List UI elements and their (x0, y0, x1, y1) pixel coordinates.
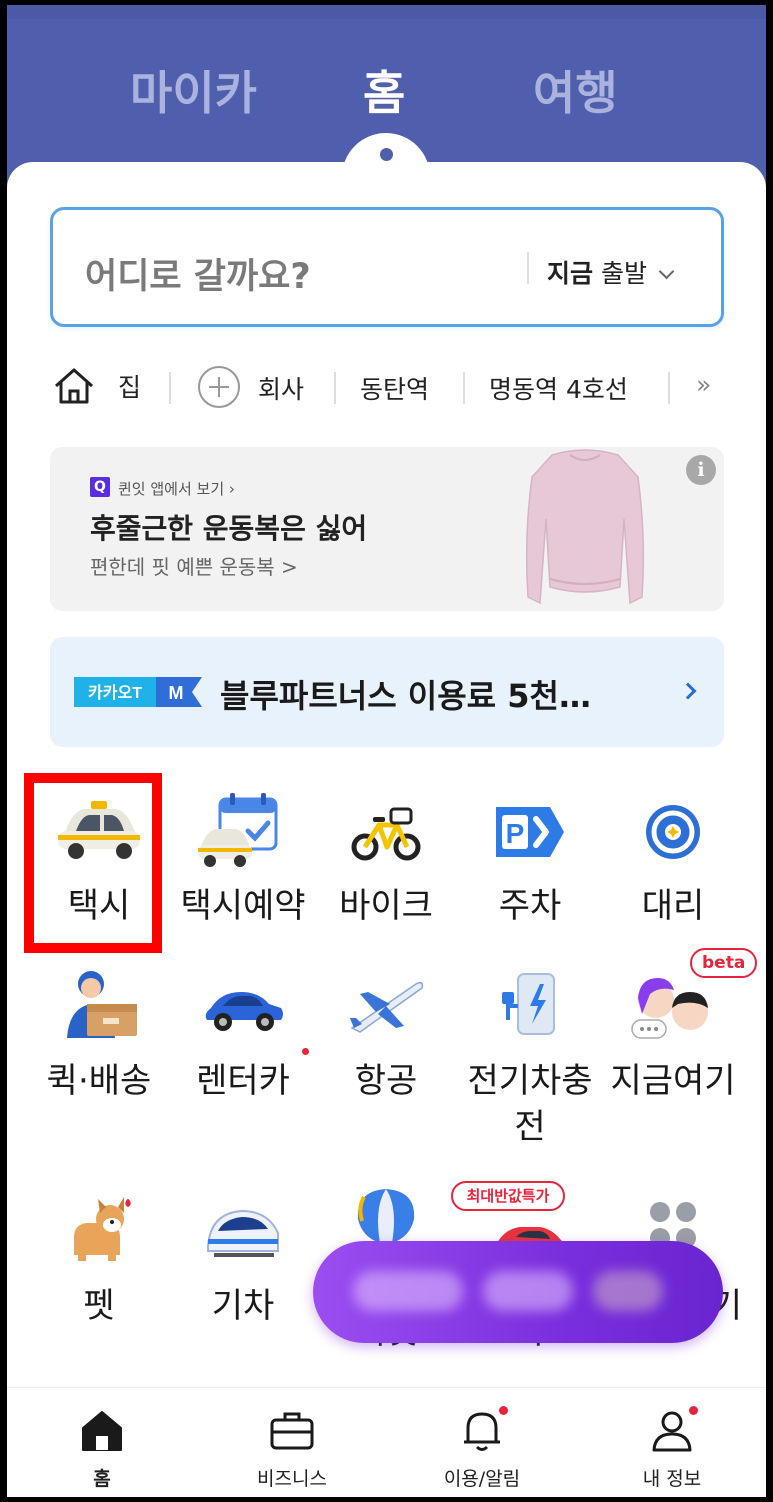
shortcut-home-label: 집 (117, 373, 141, 402)
service-taxi-reservation[interactable]: 택시예약 (170, 785, 316, 929)
service-pet[interactable]: 펫 (26, 1185, 172, 1329)
service-air[interactable]: 항공 (313, 960, 459, 1104)
train-icon (207, 1209, 279, 1257)
ad-subtitle[interactable]: 편한데 핏 예쁜 운동복 > (90, 551, 298, 580)
briefcase-icon (270, 1412, 314, 1450)
promo-banner[interactable]: 카카오T M 블루파트너스 이용료 5천… (50, 637, 724, 747)
nav-label: 내 정보 (642, 1468, 702, 1490)
more-shortcuts-icon[interactable]: » (696, 370, 711, 399)
bottom-navigation: 홈 비즈니스 이용/알림 내 정보 (7, 1387, 766, 1497)
promo-text: 블루파트너스 이용료 5천… (220, 677, 591, 715)
badge-right-text: M (169, 683, 184, 703)
departure-suffix: 출발 (593, 259, 647, 288)
service-label: 렌터카 (196, 1061, 290, 1101)
divider (169, 372, 171, 404)
service-label: 전기차충전 (467, 1061, 593, 1147)
service-label: 펫 (83, 1286, 115, 1326)
nav-label: 홈 (93, 1468, 111, 1490)
tab-mycar[interactable]: 마이카 (130, 57, 257, 123)
service-ev-charging[interactable]: 전기차충전 (457, 960, 603, 1150)
blurred-content (483, 1271, 573, 1311)
new-dot-indicator (302, 1048, 309, 1055)
service-label: 주차 (498, 886, 562, 926)
shortcut-home[interactable]: 집 (52, 366, 141, 406)
departure-time-selector[interactable]: 지금 출발 (547, 254, 675, 290)
service-label: 기차 (211, 1286, 275, 1326)
favorite-places-bar: 집 회사 동탄역 명동역 4호선 » (52, 360, 764, 416)
ev-charging-icon (502, 973, 555, 1035)
notification-dot (689, 1406, 698, 1415)
search-placeholder: 어디로 갈까요? (85, 257, 311, 297)
service-label: 지금여기 (610, 1061, 736, 1101)
rental-car-icon (205, 992, 283, 1031)
chevron-down-icon (658, 263, 675, 280)
info-icon[interactable]: i (686, 455, 716, 485)
divider (527, 252, 529, 284)
nav-home[interactable]: 홈 (7, 1388, 197, 1497)
nav-my-info[interactable]: 내 정보 (577, 1388, 766, 1497)
svg-text:P: P (506, 818, 525, 849)
shortcut-company-label: 회사 (258, 375, 305, 404)
service-label: 바이크 (339, 886, 433, 926)
nav-usage-alerts[interactable]: 이용/알림 (387, 1388, 577, 1497)
service-label: 택시예약 (180, 886, 306, 926)
queenit-logo-icon: Q (90, 477, 110, 497)
divider (334, 372, 336, 404)
divider (463, 372, 465, 404)
highlight-box (24, 773, 162, 953)
app-screen: 마이카 홈 여행 어디로 갈까요? 지금 출발 집 회사 동탄역 명동역 4호선… (7, 5, 766, 1497)
service-parking[interactable]: P 주차 (457, 785, 603, 929)
departure-time-label: 지금 (547, 259, 594, 288)
ad-title: 후줄근한 운동복은 싫어 (90, 512, 368, 545)
service-label: 퀵·배송 (46, 1061, 152, 1101)
shortcut-myeongdong[interactable]: 명동역 4호선 (489, 370, 628, 406)
floating-promo-pill[interactable] (313, 1241, 723, 1343)
service-label: 대리 (641, 886, 705, 926)
bell-icon (464, 1412, 500, 1451)
tab-home[interactable]: 홈 (363, 57, 405, 123)
tab-travel[interactable]: 여행 (533, 57, 618, 123)
ad-banner[interactable]: Q 퀸잇 앱에서 보기 › 후줄근한 운동복은 싫어 편한데 핏 예쁜 운동복 … (50, 447, 724, 611)
chevron-right-icon (679, 682, 697, 700)
home-icon (55, 368, 93, 404)
pet-icon (74, 1197, 131, 1261)
home-filled-icon (82, 1411, 122, 1451)
tab-indicator-dot (380, 148, 393, 161)
service-train[interactable]: 기차 (170, 1185, 316, 1329)
ad-source-link[interactable]: 퀸잇 앱에서 보기 › (118, 478, 235, 499)
divider (668, 372, 670, 404)
top-tab-bar: 마이카 홈 여행 (7, 57, 766, 127)
beta-badge: beta (690, 948, 758, 978)
service-label: 항공 (354, 1061, 418, 1101)
bike-icon (351, 807, 421, 861)
kakao-t-blue-badge: 카카오T M (74, 677, 202, 707)
blurred-content (593, 1271, 663, 1311)
nav-label: 이용/알림 (443, 1468, 521, 1490)
service-rental-car[interactable]: 렌터카 (170, 960, 316, 1104)
service-now-here[interactable]: beta 지금여기 (600, 948, 758, 1104)
service-bike[interactable]: 바이크 (313, 785, 459, 929)
steering-wheel-icon (646, 805, 700, 859)
nav-label: 비즈니스 (257, 1468, 327, 1490)
status-bar (7, 5, 766, 19)
person-icon (652, 1411, 692, 1452)
airplane-icon (350, 981, 424, 1033)
taxi-reservation-icon (198, 793, 278, 867)
parking-icon: P (496, 807, 564, 857)
max-half-price-badge: 최대반값특가 (451, 1181, 565, 1211)
nav-business[interactable]: 비즈니스 (197, 1388, 387, 1497)
service-quick-delivery[interactable]: 퀵·배송 (26, 960, 172, 1104)
notification-dot (499, 1406, 508, 1415)
shortcut-dongtan[interactable]: 동탄역 (360, 370, 429, 406)
service-designated-driver[interactable]: 대리 (600, 785, 746, 929)
sweatshirt-image (525, 449, 645, 605)
delivery-icon (67, 971, 137, 1038)
plus-circle-icon (198, 366, 240, 408)
badge-left-text: 카카오T (88, 684, 142, 702)
blurred-content (353, 1271, 463, 1311)
destination-search[interactable]: 어디로 갈까요? 지금 출발 (50, 207, 724, 327)
